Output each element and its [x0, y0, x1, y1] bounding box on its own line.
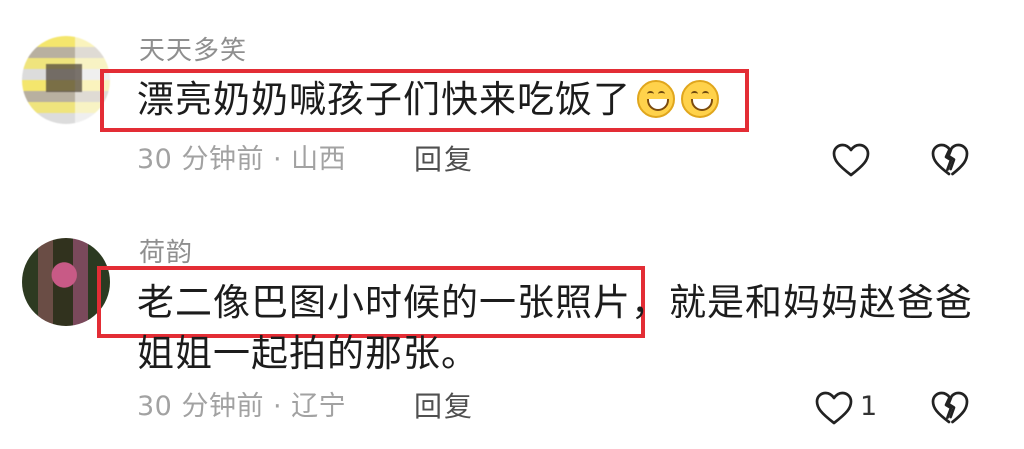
- grinning-face-icon: [681, 80, 719, 118]
- heart-icon[interactable]: [813, 388, 855, 430]
- comment-text-line: 漂亮奶奶喊孩子们快来吃饭了: [137, 78, 631, 121]
- comment-username[interactable]: 荷韵: [139, 238, 193, 268]
- broken-heart-icon[interactable]: [929, 388, 971, 430]
- reply-button[interactable]: 回复: [414, 143, 474, 177]
- comment-username[interactable]: 天天多笑: [139, 36, 247, 66]
- heart-icon[interactable]: [830, 140, 872, 182]
- comment-time-location: 30 分钟前 · 辽宁: [137, 391, 347, 422]
- grinning-face-icon: [637, 80, 675, 118]
- comment-text: 漂亮奶奶喊孩子们快来吃饭了: [137, 76, 719, 124]
- comment-text-line: 老二像巴图小时候的一张照片，就是和妈妈赵爸爸: [137, 281, 973, 324]
- comment-text-line: 姐姐一起拍的那张。: [137, 332, 479, 375]
- like-count: 1: [860, 391, 878, 422]
- comment-time-location: 30 分钟前 · 山西: [137, 144, 347, 175]
- avatar[interactable]: [22, 36, 110, 124]
- reply-button[interactable]: 回复: [414, 390, 474, 424]
- broken-heart-icon[interactable]: [929, 140, 971, 182]
